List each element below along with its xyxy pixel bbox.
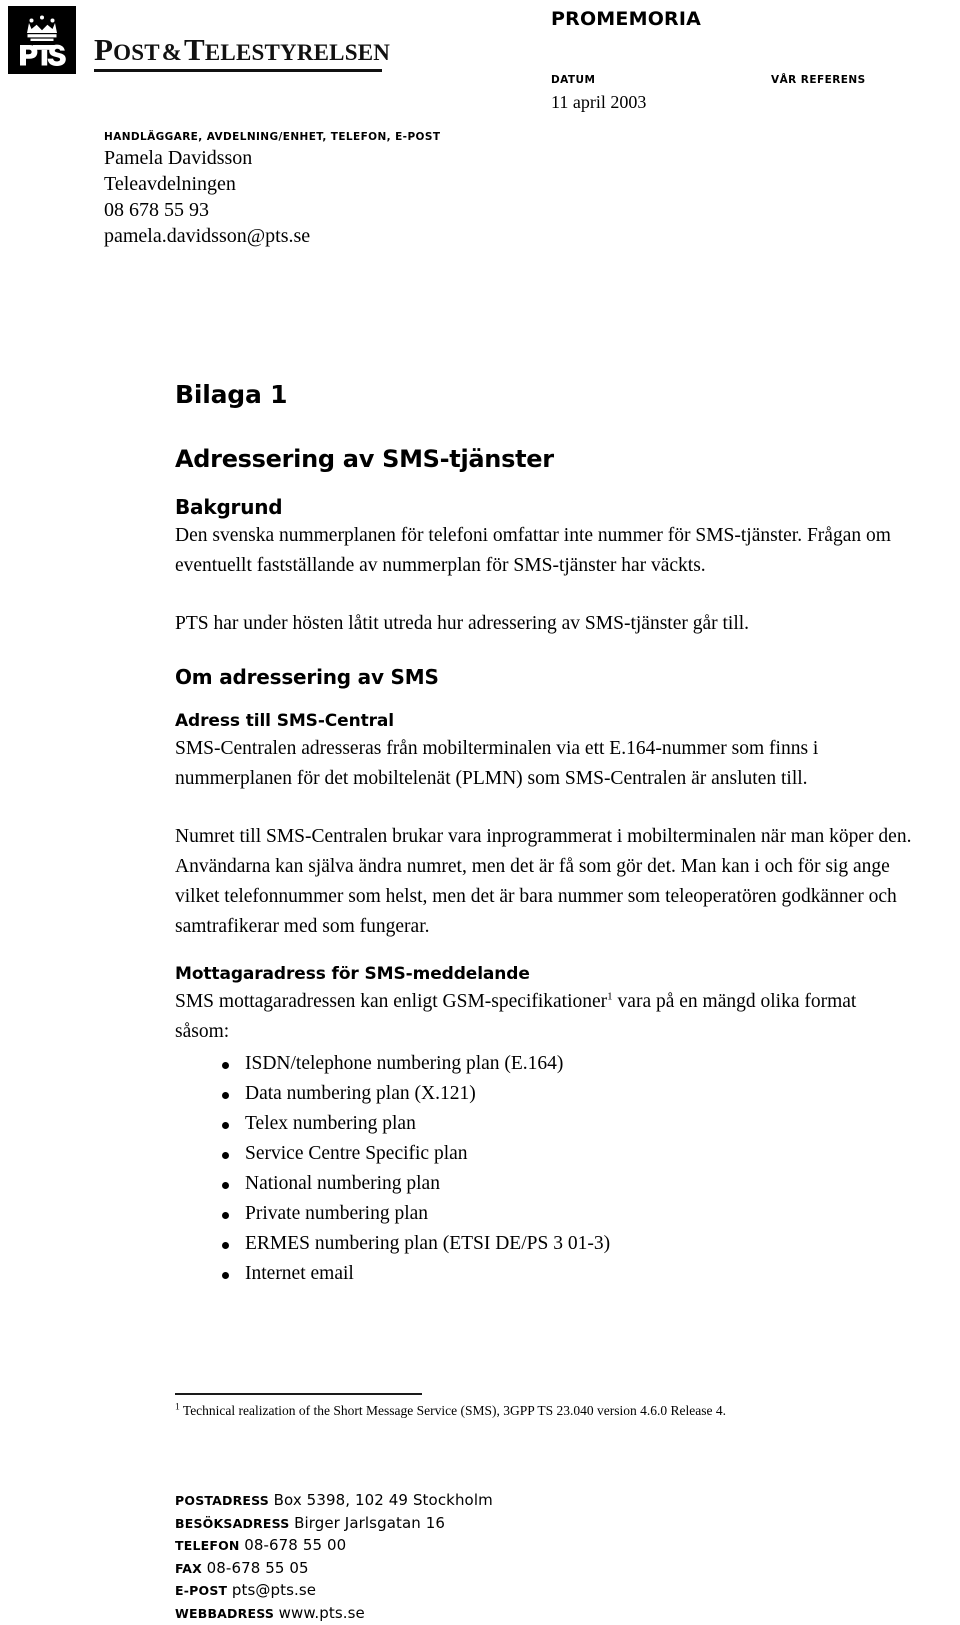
footer-value: pts@pts.se bbox=[232, 1581, 316, 1599]
list-item: Service Centre Specific plan bbox=[175, 1139, 915, 1169]
wordmark-ost: OST bbox=[113, 40, 160, 65]
paragraph-adress-central-2: Numret till SMS-Centralen brukar vara in… bbox=[175, 822, 915, 942]
heading-om-adressering: Om adressering av SMS bbox=[175, 665, 915, 689]
wordmark-t: T bbox=[184, 32, 205, 67]
footnote-number: 1 bbox=[175, 1403, 180, 1413]
pts-wordmark: POST&TELESTYRELSEN bbox=[94, 34, 390, 66]
document-type-label: PROMEMORIA bbox=[551, 8, 701, 30]
pts-logo-icon bbox=[8, 6, 76, 74]
list-item: ERMES numbering plan (ETSI DE/PS 3 01-3) bbox=[175, 1229, 915, 1259]
paragraph-mottagaradress-1: SMS mottagaradressen kan enligt GSM-spec… bbox=[175, 987, 915, 1047]
footer-row-fax: FAX 08-678 55 05 bbox=[175, 1558, 493, 1581]
date-label: DATUM bbox=[551, 74, 595, 86]
handler-department: Teleavdelningen bbox=[104, 171, 310, 197]
list-item: National numbering plan bbox=[175, 1169, 915, 1199]
document-footer: POSTADRESS Box 5398, 102 49 Stockholm BE… bbox=[175, 1490, 493, 1625]
footer-value: www.pts.se bbox=[279, 1604, 365, 1622]
wordmark-p: P bbox=[94, 32, 113, 67]
heading-mottagaradress: Mottagaradress för SMS-meddelande bbox=[175, 964, 915, 985]
handler-block: Pamela Davidsson Teleavdelningen 08 678 … bbox=[104, 145, 310, 249]
footnote-text: Technical realization of the Short Messa… bbox=[183, 1403, 726, 1418]
footer-label: FAX bbox=[175, 1561, 202, 1576]
list-item: Private numbering plan bbox=[175, 1199, 915, 1229]
footer-value: 08-678 55 05 bbox=[207, 1559, 309, 1577]
numbering-plan-list: ISDN/telephone numbering plan (E.164) Da… bbox=[175, 1049, 915, 1289]
handler-phone: 08 678 55 93 bbox=[104, 197, 310, 223]
footer-row-postadress: POSTADRESS Box 5398, 102 49 Stockholm bbox=[175, 1490, 493, 1513]
footer-label: TELEFON bbox=[175, 1538, 240, 1553]
wordmark-underline bbox=[94, 69, 382, 72]
footer-value: Birger Jarlsgatan 16 bbox=[294, 1514, 445, 1532]
list-item: Telex numbering plan bbox=[175, 1109, 915, 1139]
heading-bakgrund: Bakgrund bbox=[175, 495, 915, 519]
list-item: ISDN/telephone numbering plan (E.164) bbox=[175, 1049, 915, 1079]
footer-row-epost: E-POST pts@pts.se bbox=[175, 1580, 493, 1603]
footer-value: 08-678 55 00 bbox=[244, 1536, 346, 1554]
wordmark-ampersand: & bbox=[160, 40, 184, 66]
heading-adress-till-sms-central: Adress till SMS-Central bbox=[175, 711, 915, 732]
mottagaradress-text-before: SMS mottagaradressen kan enligt GSM-spec… bbox=[175, 991, 607, 1012]
date-value: 11 april 2003 bbox=[551, 92, 646, 113]
paragraph-adress-central-1: SMS-Centralen adresseras från mobiltermi… bbox=[175, 734, 915, 794]
handler-email: pamela.davidsson@pts.se bbox=[104, 223, 310, 249]
paragraph-bakgrund-1: Den svenska nummerplanen för telefoni om… bbox=[175, 521, 915, 581]
footer-row-webbadress: WEBBADRESS www.pts.se bbox=[175, 1603, 493, 1625]
wordmark-elestyrelsen: ELESTYRELSEN bbox=[205, 40, 390, 65]
footer-row-telefon: TELEFON 08-678 55 00 bbox=[175, 1535, 493, 1558]
paragraph-bakgrund-2: PTS har under hösten låtit utreda hur ad… bbox=[175, 609, 915, 639]
list-item: Internet email bbox=[175, 1259, 915, 1289]
footer-value: Box 5398, 102 49 Stockholm bbox=[274, 1491, 493, 1509]
footnote-separator bbox=[175, 1393, 422, 1395]
list-item: Data numbering plan (X.121) bbox=[175, 1079, 915, 1109]
page-title: Adressering av SMS-tjänster bbox=[175, 445, 915, 473]
appendix-title: Bilaga 1 bbox=[175, 380, 915, 410]
footnote: 1 Technical realization of the Short Mes… bbox=[175, 1402, 915, 1420]
footer-label: E-POST bbox=[175, 1583, 227, 1598]
masthead: POST&TELESTYRELSEN bbox=[8, 6, 438, 86]
footer-label: BESÖKSADRESS bbox=[175, 1516, 289, 1531]
document-body: Bilaga 1 Adressering av SMS-tjänster Bak… bbox=[175, 380, 915, 1289]
handler-block-label: HANDLÄGGARE, AVDELNING/ENHET, TELEFON, E… bbox=[104, 131, 440, 143]
footer-label: POSTADRESS bbox=[175, 1493, 269, 1508]
footer-label: WEBBADRESS bbox=[175, 1606, 274, 1621]
reference-label: VÅR REFERENS bbox=[771, 74, 866, 86]
handler-name: Pamela Davidsson bbox=[104, 145, 310, 171]
footer-row-besoksadress: BESÖKSADRESS Birger Jarlsgatan 16 bbox=[175, 1513, 493, 1536]
document-page: POST&TELESTYRELSEN PROMEMORIA DATUM 11 a… bbox=[0, 0, 960, 1620]
